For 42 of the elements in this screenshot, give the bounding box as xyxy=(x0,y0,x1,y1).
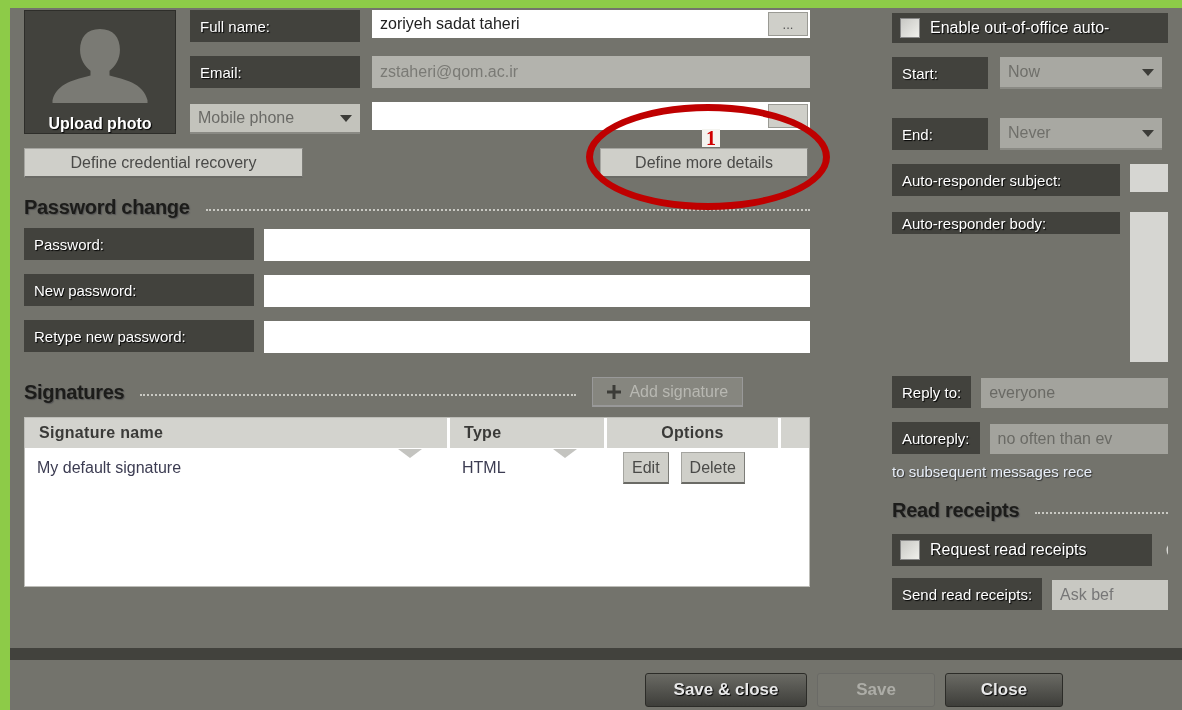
name-field[interactable]: zoriyeh sadat taheri ... xyxy=(372,10,810,38)
section-title: Signatures xyxy=(24,380,125,404)
checkbox[interactable] xyxy=(900,18,920,38)
field-label: Email: xyxy=(190,56,360,88)
checkbox[interactable] xyxy=(900,540,920,560)
table-cell: My default signature xyxy=(37,459,182,477)
field-label: Send read receipts: xyxy=(892,578,1043,610)
more-details-button[interactable]: Define more details xyxy=(600,148,808,178)
section-title: Read receipts xyxy=(892,498,1020,522)
field-label: New password: xyxy=(24,274,254,306)
password-field[interactable] xyxy=(264,229,810,261)
caret-icon xyxy=(1142,68,1154,76)
body-field[interactable] xyxy=(1130,212,1168,362)
annotation-number: 1 xyxy=(702,129,720,147)
field-label: Reply to: xyxy=(892,376,972,408)
subject-field[interactable] xyxy=(1130,164,1168,192)
more-button[interactable]: ... xyxy=(768,12,808,36)
caret-icon xyxy=(1142,129,1154,137)
section-title: Password change xyxy=(24,195,190,219)
footer-button[interactable]: Close xyxy=(945,673,1063,707)
password-field[interactable] xyxy=(264,275,810,307)
field-label: Password: xyxy=(24,228,254,260)
upload-photo-button[interactable]: Upload photo xyxy=(24,10,176,134)
phone-field[interactable] xyxy=(372,102,810,130)
field-label: End: xyxy=(892,118,988,150)
plus-icon xyxy=(607,384,622,399)
field-label: Auto-responder subject: xyxy=(892,164,1121,196)
field-label: Start: xyxy=(892,57,988,89)
row-action-button[interactable]: Edit xyxy=(623,452,669,484)
password-field[interactable] xyxy=(264,321,810,353)
field-label: Autoreply: xyxy=(892,422,980,454)
autoreply-note: to subsequent messages rece xyxy=(892,463,1094,480)
column-header[interactable]: Options xyxy=(607,418,781,448)
table-cell: HTML xyxy=(462,459,506,477)
row-action-button[interactable]: Delete xyxy=(680,452,745,484)
field-label: Auto-responder body: xyxy=(892,212,1121,234)
field-label: Full name: xyxy=(190,10,360,42)
field-label: Retype new password: xyxy=(24,320,254,352)
caret-icon xyxy=(340,114,352,122)
credential-recovery-button[interactable]: Define credential recovery xyxy=(24,148,303,178)
phone-type-dropdown[interactable]: Mobile phone xyxy=(190,104,360,134)
footer-button[interactable]: Save & close xyxy=(645,673,807,707)
